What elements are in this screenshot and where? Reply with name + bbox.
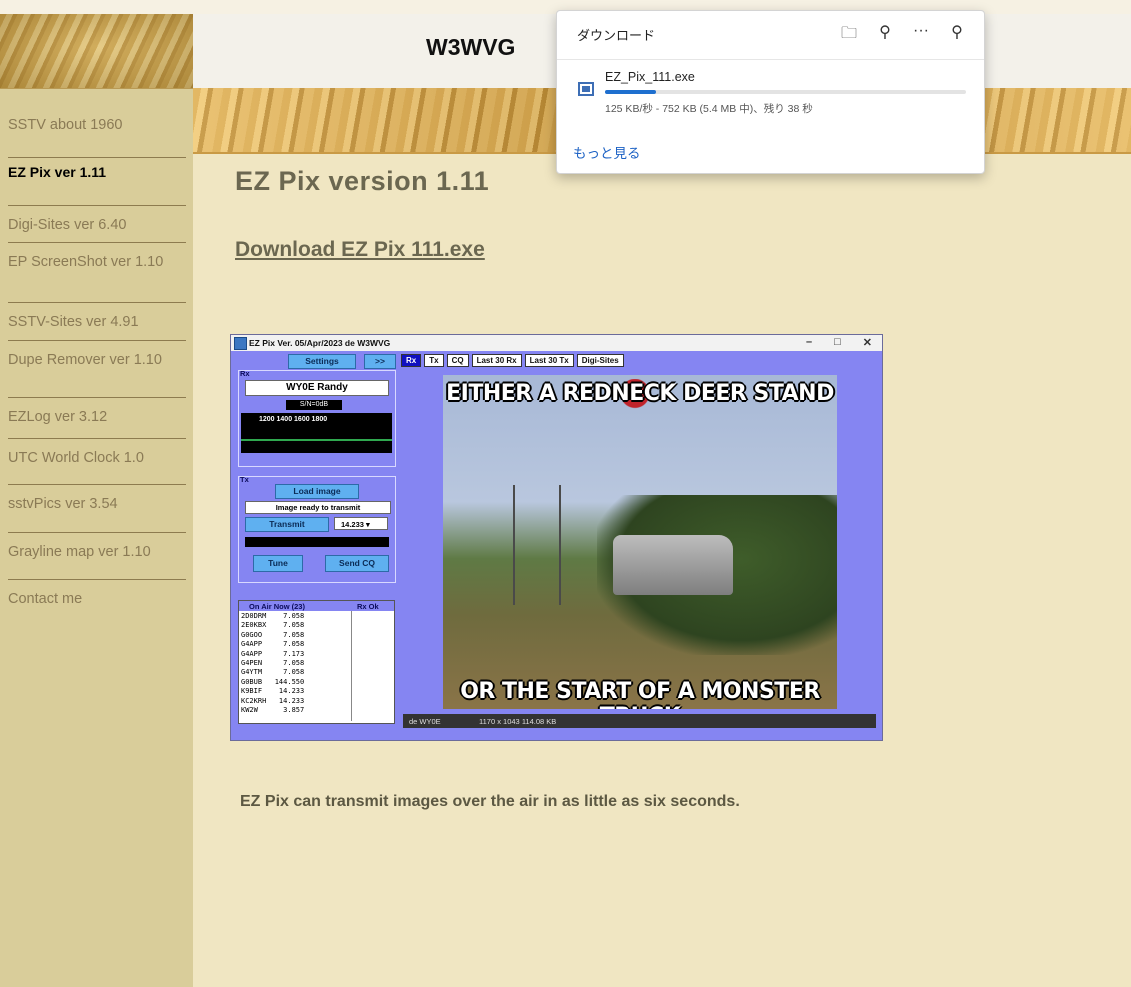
on-air-entry: KW2W 3.857 — [241, 706, 305, 715]
sn-readout: S/N=0dB — [286, 400, 342, 410]
load-image-button: Load image — [275, 484, 359, 499]
sidebar-item[interactable]: Grayline map ver 1.10 — [8, 533, 186, 580]
sidebar-item-label: EZ Pix ver 1.11 — [8, 164, 107, 180]
app-icon — [234, 337, 247, 350]
tx-progress — [245, 537, 389, 547]
tx-frequency-select: 14.233 ▾ — [334, 517, 388, 530]
meme-bottom-text: OR THE START OF A MONSTER TRUCK — [460, 679, 820, 709]
on-air-entry: KC2KRH 14.233 — [241, 696, 305, 705]
app-tab: Rx — [401, 354, 422, 367]
sidebar-item[interactable]: SSTV-Sites ver 4.91 — [8, 303, 186, 341]
rx-label: Rx — [240, 369, 250, 378]
app-tab: Tx — [424, 354, 444, 367]
on-air-list: On Air Now (23) Rx Ok 2D0DRM 7.058 2E0KBX… — [238, 600, 395, 724]
downloads-title: ダウンロード — [577, 28, 656, 43]
sidebar-item[interactable]: sstvPics ver 3.54 — [8, 485, 186, 533]
sidebar-logo-image — [0, 14, 193, 89]
app-titlebar: EZ Pix Ver. 05/Apr/2023 de W3WVG – □ ✕ — [231, 335, 882, 351]
on-air-entry: G0GOO 7.058 — [241, 630, 305, 639]
sidebar-item[interactable]: EP ScreenShot ver 1.10 — [8, 243, 186, 303]
app-tab: Last 30 Tx — [524, 354, 574, 367]
sidebar-item-label: SSTV-Sites ver 4.91 — [8, 314, 139, 330]
status-de: de WY0E — [409, 717, 441, 726]
more-icon[interactable]: ··· — [910, 22, 932, 49]
on-air-entry: G4APP 7.058 — [241, 640, 305, 649]
search-icon[interactable]: ⚲ — [874, 22, 896, 49]
exe-file-icon — [578, 82, 594, 96]
rx-panel: Rx WY0E Randy S/N=0dB 1200 1400 1600 180… — [238, 369, 396, 467]
callsign-field: WY0E Randy — [245, 380, 389, 396]
sidebar-item-label: EP ScreenShot ver 1.10 — [8, 254, 164, 270]
sidebar-item[interactable]: SSTV about 1960 — [8, 106, 186, 158]
folder-icon[interactable]: 🗀 — [838, 22, 860, 49]
app-screenshot-image: EZ Pix Ver. 05/Apr/2023 de W3WVG – □ ✕ S… — [230, 334, 883, 741]
sidebar-item[interactable]: Contact me — [8, 580, 186, 620]
tx-panel: Tx Load image Image ready to transmit Tr… — [238, 475, 396, 583]
sidebar-item[interactable]: EZLog ver 3.12 — [8, 398, 186, 439]
sidebar-item-label: EZLog ver 3.12 — [8, 409, 108, 425]
sidebar-item[interactable]: Digi-Sites ver 6.40 — [8, 206, 186, 243]
on-air-entry: G4YTM 7.058 — [241, 668, 305, 677]
sidebar-item[interactable]: UTC World Clock 1.0 — [8, 439, 186, 485]
tune-button: Tune — [253, 555, 303, 572]
download-link[interactable]: Download EZ Pix 111.exe — [235, 238, 485, 262]
sidebar-item[interactable]: Dupe Remover ver 1.10 — [8, 341, 186, 398]
app-tab: Last 30 Rx — [471, 354, 522, 367]
see-more-link[interactable]: もっと見る — [573, 142, 641, 162]
sidebar-item-label: Digi-Sites ver 6.40 — [8, 217, 127, 233]
on-air-entries: 2D0DRM 7.058 2E0KBX 7.058 G0GOO 7.058 G4APP… — [241, 612, 304, 715]
maximize-icon: □ — [834, 336, 841, 348]
close-icon: ✕ — [862, 337, 872, 349]
sidebar-item-label: sstvPics ver 3.54 — [8, 496, 118, 512]
on-air-entry: G4APP 7.173 — [241, 649, 305, 658]
freq-scale: 1200 1400 1600 1800 — [259, 416, 328, 423]
sidebar: SSTV about 1960 EZ Pix ver 1.11 Digi-Sites… — [0, 14, 193, 987]
app-tabs: Rx Tx CQ Last 30 Rx Last 30 Tx Digi-Sites — [401, 354, 624, 367]
sidebar-item[interactable]: EZ Pix ver 1.11 — [8, 158, 186, 206]
on-air-entry: 2D0DRM 7.058 — [241, 612, 305, 620]
sidebar-item-label: Contact me — [8, 591, 83, 607]
sidebar-item-label: UTC World Clock 1.0 — [8, 450, 144, 466]
download-progress-bar — [605, 90, 966, 94]
pin-icon[interactable]: ⚲ — [946, 22, 968, 49]
on-air-entry: K9BIF 14.233 — [241, 687, 305, 696]
app-title: EZ Pix Ver. 05/Apr/2023 de W3WVG — [249, 338, 391, 348]
sidebar-item-label: Grayline map ver 1.10 — [8, 544, 151, 560]
on-air-header-label: On Air Now (23) — [249, 602, 305, 611]
window-controls: – □ ✕ — [806, 336, 872, 349]
expand-button: >> — [364, 354, 396, 369]
downloads-popup: ダウンロード 🗀 ⚲ ··· ⚲ EZ_Pix_111.exe 125 KB/秒… — [556, 10, 985, 174]
status-image-info: 1170 x 1043 114.08 KB — [479, 717, 557, 726]
spectrum-display: 1200 1400 1600 1800 — [241, 413, 392, 453]
on-air-entry: G0BUB 144.550 — [241, 677, 305, 686]
app-statusbar: de WY0E 1170 x 1043 114.08 KB — [403, 714, 876, 728]
send-cq-button: Send CQ — [325, 555, 389, 572]
site-title: W3WVG — [426, 34, 516, 60]
downloads-toolbar: 🗀 ⚲ ··· ⚲ — [838, 22, 968, 49]
settings-button: Settings — [288, 354, 356, 369]
download-status: 125 KB/秒 - 752 KB (5.4 MB 中)、残り 38 秒 — [605, 103, 813, 115]
status-field: Image ready to transmit — [245, 501, 391, 514]
page-caption: EZ Pix can transmit images over the air … — [240, 793, 740, 810]
sidebar-item-label: Dupe Remover ver 1.10 — [8, 352, 162, 368]
download-file-name[interactable]: EZ_Pix_111.exe — [605, 70, 695, 84]
received-image: EITHER A REDNECK DEER STAND OR THE START… — [443, 375, 837, 709]
app-tab: CQ — [446, 354, 469, 367]
rx-ok-header: Rx Ok — [357, 602, 379, 611]
meme-top-text: EITHER A REDNECK DEER STAND — [446, 381, 834, 406]
on-air-entry: G4PEN 7.058 — [241, 659, 305, 668]
sidebar-item-label: SSTV about 1960 — [8, 117, 123, 133]
tx-frequency-value: 14.233 — [341, 520, 364, 529]
app-tab: Digi-Sites — [576, 354, 624, 367]
on-air-entry: 2E0KBX 7.058 — [241, 621, 305, 630]
on-air-header: On Air Now (23) Rx Ok — [239, 601, 394, 611]
transmit-button: Transmit — [245, 517, 329, 532]
tx-label: Tx — [240, 475, 249, 484]
minimize-icon: – — [806, 336, 813, 348]
page-title: EZ Pix version 1.11 — [235, 166, 490, 196]
download-progress-fill — [605, 90, 656, 94]
